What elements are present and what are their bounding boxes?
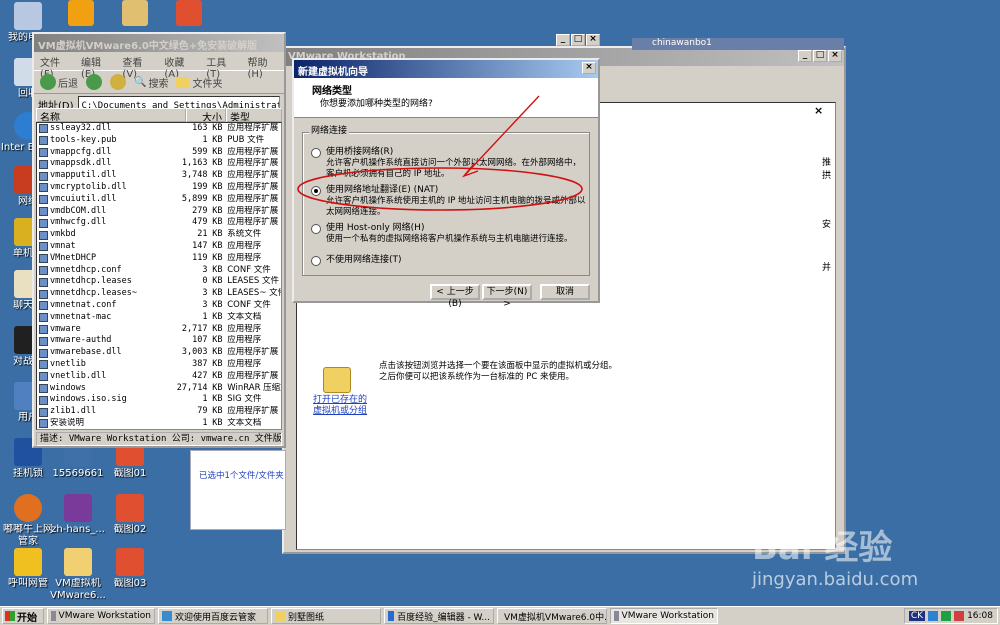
vmware-icon [51,611,56,621]
system-tray: CK 16:08 [903,608,998,624]
tray-icon[interactable] [941,611,952,621]
task-vmware-1[interactable]: VMware Workstation [47,608,155,624]
task-vmware-2[interactable]: VMware Workstation [610,608,718,624]
tray-icon[interactable] [954,611,965,621]
tray-icon[interactable] [928,611,939,621]
baidu-watermark: Bai 经验 jingyan.baidu.com [752,520,962,600]
task-villa-drawings[interactable]: 别墅图纸 [271,608,381,624]
baidu-cloud-icon [162,611,172,621]
clock[interactable]: 16:08 [967,611,993,621]
folder-icon [275,611,285,621]
browser-icon [388,611,395,621]
task-vm-folder[interactable]: VM虚拟机VMware6.0中... [497,608,607,624]
taskbar: 开始 VMware Workstation 欢迎使用百度云管家 别墅图纸 百度经… [0,606,1000,625]
vmware-icon [614,611,619,621]
watermark-url: jingyan.baidu.com [752,569,919,590]
start-button[interactable]: 开始 [2,608,44,624]
watermark-brand: Bai 经验 [752,528,893,568]
task-baidu-editor[interactable]: 百度经验_编辑器 - W... [384,608,494,624]
annotation-arrow [463,95,540,177]
task-baidu-cloud[interactable]: 欢迎使用百度云管家 [158,608,268,624]
language-indicator[interactable]: CK [908,611,926,621]
annotation-arrowhead [461,163,479,178]
annotation-circle [297,167,583,211]
windows-logo-icon [5,611,15,621]
